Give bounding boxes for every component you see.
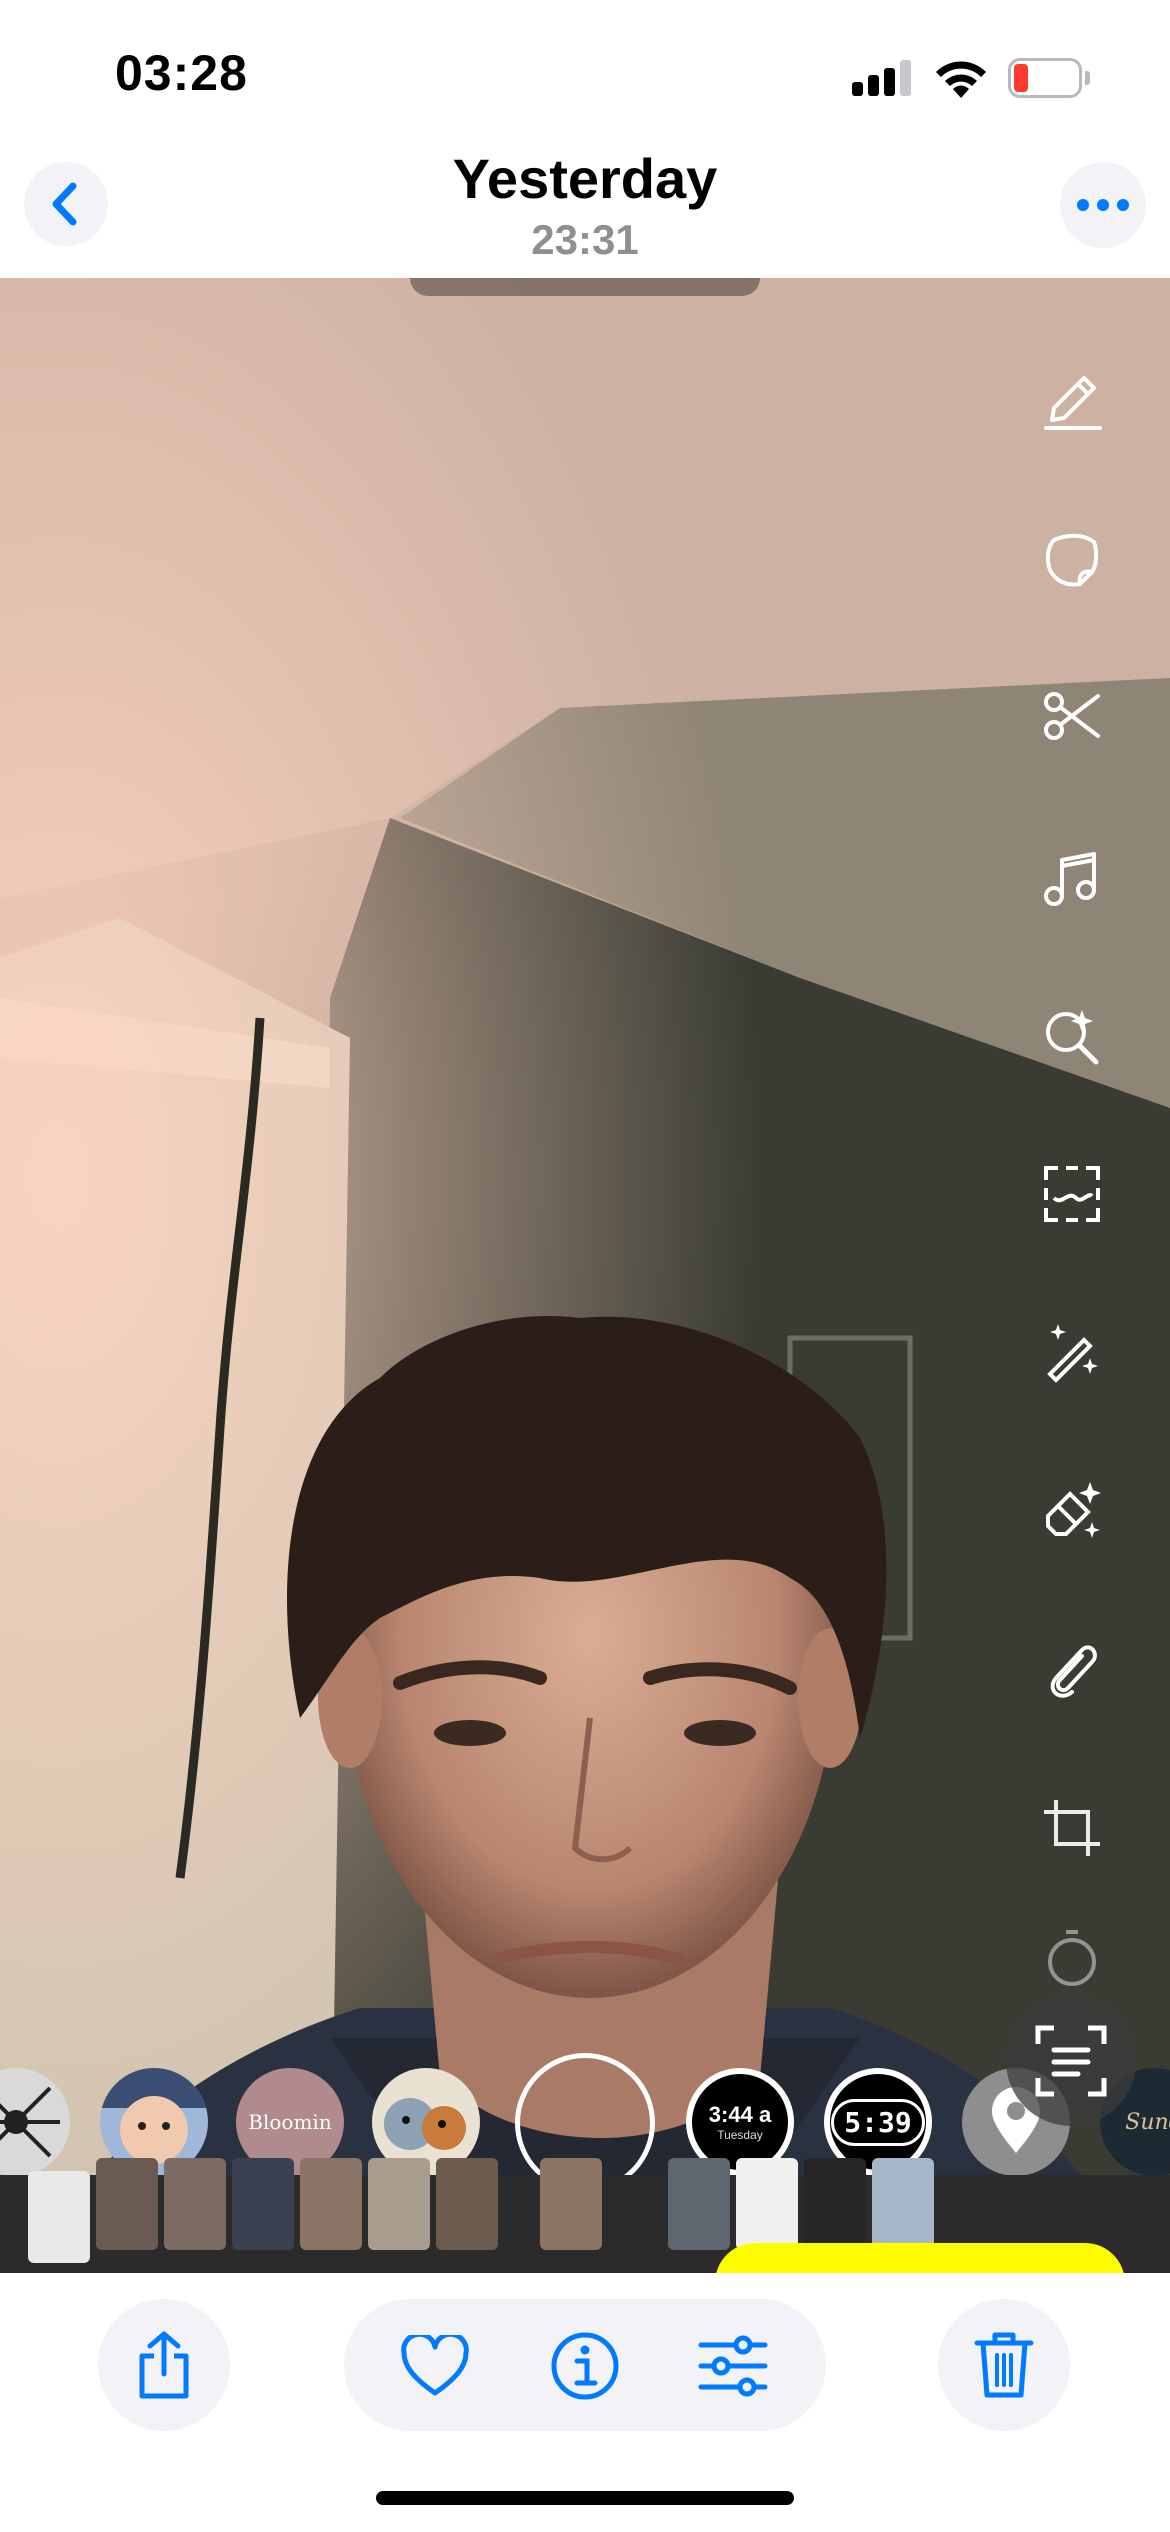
info-button[interactable]	[548, 2329, 622, 2403]
info-icon	[551, 2332, 619, 2400]
pencil-icon[interactable]	[1032, 360, 1112, 440]
delete-button[interactable]	[938, 2299, 1070, 2431]
photo-grabber	[410, 278, 760, 296]
page-title: Yesterday	[452, 147, 718, 210]
scan-frame-icon[interactable]	[1032, 1154, 1112, 1234]
send-bar[interactable]	[715, 2243, 1125, 2273]
sliders-icon	[698, 2335, 768, 2397]
live-text-icon	[1035, 2025, 1107, 2097]
paperclip-icon[interactable]	[1032, 1630, 1112, 1710]
share-button[interactable]	[98, 2299, 230, 2431]
favorite-button[interactable]	[398, 2329, 472, 2403]
strip-thumbnail[interactable]	[736, 2158, 798, 2250]
strip-thumbnail[interactable]	[96, 2158, 158, 2250]
trash-icon	[974, 2332, 1034, 2398]
bottom-toolbar	[0, 2273, 1170, 2532]
strip-thumbnail[interactable]	[300, 2158, 362, 2250]
ai-eraser-icon[interactable]	[1032, 1470, 1112, 1550]
sticker-icon[interactable]	[1032, 520, 1112, 600]
scissors-icon[interactable]	[1032, 676, 1112, 756]
wifi-icon	[932, 56, 990, 100]
strip-thumbnail[interactable]	[804, 2158, 866, 2250]
strip-thumbnail[interactable]	[436, 2158, 498, 2250]
heart-icon	[401, 2335, 469, 2396]
strip-thumbnail[interactable]	[540, 2158, 602, 2250]
crop-icon[interactable]	[1032, 1788, 1112, 1868]
nav-bar: Yesterday 23:31	[0, 140, 1170, 280]
battery-icon	[1008, 58, 1090, 98]
strip-thumbnail[interactable]	[28, 2171, 90, 2263]
strip-thumbnail[interactable]	[368, 2158, 430, 2250]
search-sparkle-icon[interactable]	[1032, 996, 1112, 1076]
photo-image	[0, 278, 1170, 2273]
home-indicator[interactable]	[376, 2491, 794, 2505]
strip-thumbnail[interactable]	[164, 2158, 226, 2250]
status-time: 03:28	[115, 45, 248, 101]
page-subtitle: 23:31	[531, 216, 639, 263]
cellular-signal-icon	[852, 60, 912, 96]
music-note-icon[interactable]	[1032, 838, 1112, 918]
ellipsis-icon	[1077, 199, 1129, 211]
action-group	[344, 2299, 826, 2431]
photo-viewer[interactable]: Bloomin 3:44 a Tuesday 5:39 Sund	[0, 278, 1170, 2273]
strip-thumbnail[interactable]	[872, 2158, 934, 2250]
live-text-button[interactable]	[1006, 1996, 1136, 2126]
magic-wand-icon[interactable]	[1032, 1312, 1112, 1392]
share-icon	[139, 2331, 189, 2399]
strip-thumbnail[interactable]	[232, 2158, 294, 2250]
adjust-button[interactable]	[696, 2329, 770, 2403]
status-bar: 03:28	[0, 0, 1170, 140]
timer-icon[interactable]	[1032, 1918, 1112, 1998]
strip-thumbnail[interactable]	[668, 2158, 730, 2250]
more-button[interactable]	[1060, 162, 1146, 248]
